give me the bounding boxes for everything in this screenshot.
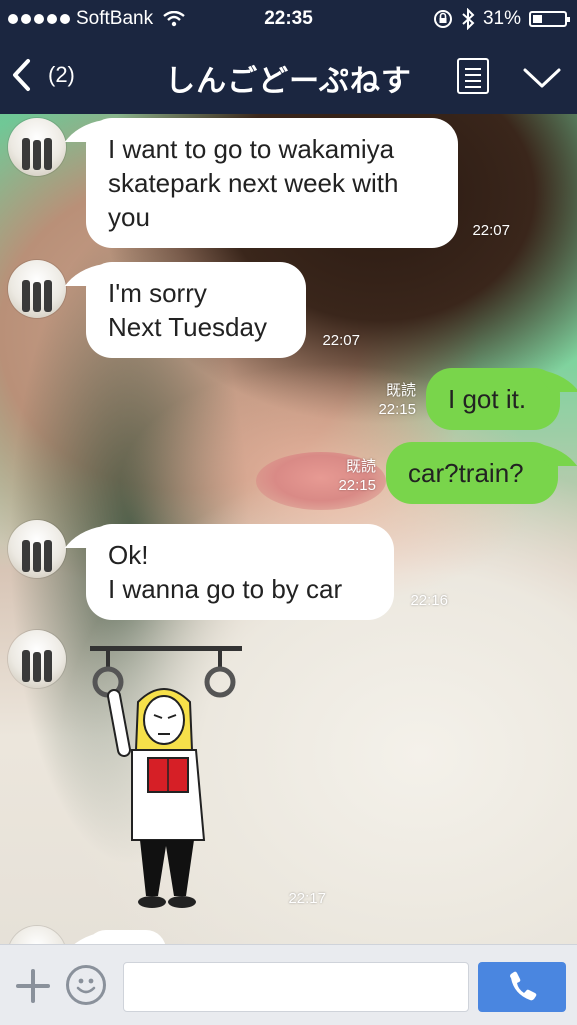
message-time: 22:07 [322, 332, 360, 349]
phone-icon [510, 971, 537, 1001]
message-time: 22:07 [472, 222, 510, 239]
message-bubble-incoming[interactable]: I'm sorry Next Tuesday [86, 262, 306, 358]
emoji-button[interactable] [66, 965, 106, 1005]
status-bar: SoftBank 22:35 31% [0, 0, 577, 38]
message-bubble-incoming[interactable] [86, 930, 166, 944]
message-time: 22:16 [410, 592, 448, 609]
message-input-bar [0, 944, 577, 1025]
chat-header: (2) しんごどーぷねす [0, 38, 577, 114]
call-button[interactable] [478, 962, 566, 1012]
message-text: I got it. [448, 384, 527, 414]
chat-messages[interactable]: I want to go to wakamiya skatepark next … [0, 114, 577, 944]
avatar[interactable] [8, 520, 66, 578]
battery-percent: 31% [482, 8, 521, 29]
message-text: I want to go to wakamiya skatepark next … [108, 134, 399, 232]
add-button[interactable] [16, 969, 50, 1003]
battery-icon [529, 11, 570, 27]
message-time: 22:17 [288, 890, 326, 907]
chat-title: しんごどーぷねす [165, 65, 412, 98]
read-receipt: 既読 [385, 382, 416, 399]
avatar[interactable] [8, 630, 66, 688]
smiley-icon [76, 978, 96, 994]
message-bubble-incoming[interactable]: I want to go to wakamiya skatepark next … [86, 118, 458, 248]
message-time: 22:15 [378, 401, 416, 418]
chevron-down-icon[interactable] [522, 66, 562, 90]
message-bubble-outgoing[interactable]: I got it. [426, 368, 560, 430]
avatar[interactable] [8, 118, 66, 176]
message-input[interactable] [123, 962, 469, 1012]
message-text: Ok! I wanna go to by car [108, 540, 343, 604]
avatar[interactable] [8, 260, 66, 318]
bluetooth-icon [462, 8, 475, 30]
message-text: car?train? [408, 458, 524, 488]
rotation-lock-icon [433, 10, 452, 28]
message-text: I'm sorry Next Tuesday [108, 278, 267, 342]
read-receipt: 既読 [345, 458, 376, 475]
message-bubble-incoming[interactable]: Ok! I wanna go to by car [86, 524, 394, 620]
message-time: 22:15 [338, 477, 376, 494]
status-right: 31% [433, 8, 570, 30]
menu-button[interactable] [457, 58, 489, 94]
sticker-train-reader[interactable] [84, 640, 254, 912]
avatar[interactable] [8, 926, 66, 944]
message-bubble-outgoing[interactable]: car?train? [386, 442, 558, 504]
